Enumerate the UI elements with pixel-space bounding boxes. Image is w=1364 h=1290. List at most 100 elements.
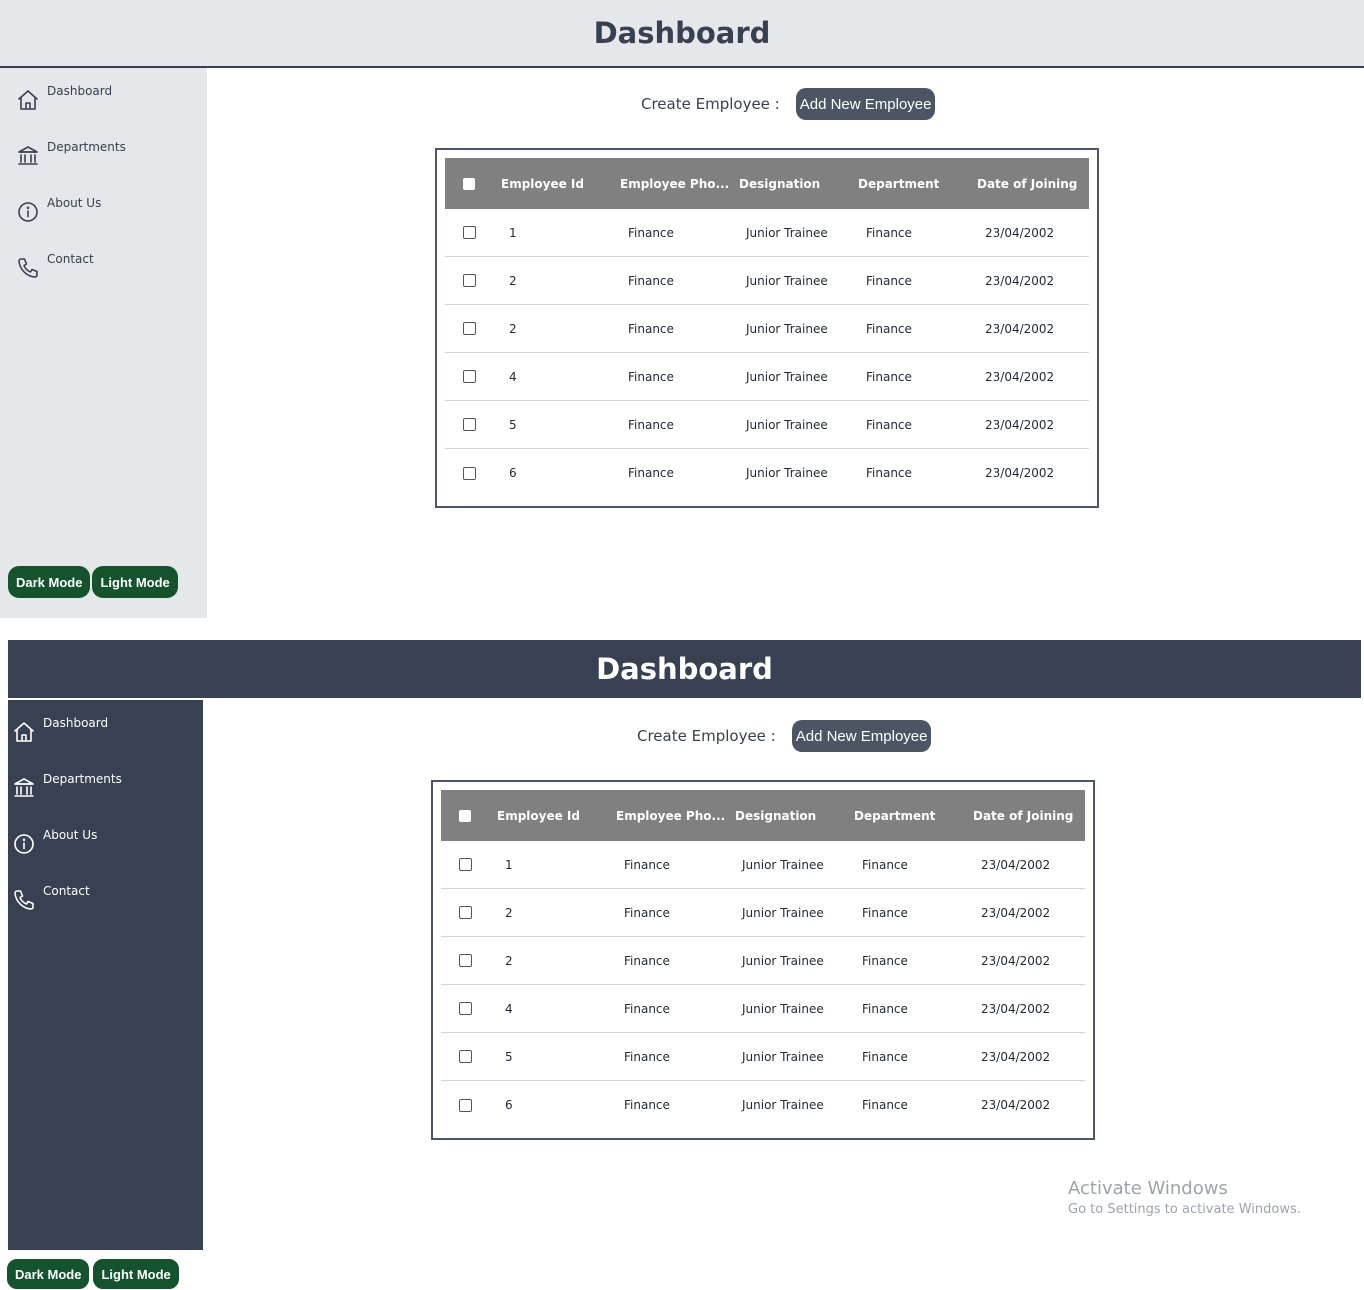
table-row[interactable]: 4 Finance Junior Trainee Finance 23/04/2002	[441, 985, 1085, 1033]
column-header[interactable]: Employee Pho...	[616, 790, 725, 841]
column-header[interactable]: Employee Id	[501, 158, 584, 209]
row-select-cell	[459, 1081, 472, 1129]
table-cell: Junior Trainee	[742, 1098, 824, 1112]
table-cell: Finance	[866, 273, 912, 288]
table-cell: Junior Trainee	[742, 857, 824, 872]
table-cell: 2	[509, 273, 517, 288]
bank-icon	[16, 144, 40, 168]
table-row[interactable]: 1 Finance Junior Trainee Finance 23/04/2002	[441, 841, 1085, 889]
row-checkbox[interactable]	[463, 274, 476, 287]
table-cell: 23/04/2002	[981, 953, 1051, 968]
light-mode-preview: Dashboard Dashboard Departments About Us…	[0, 0, 1364, 620]
sidebar-item-label: Departments	[43, 772, 122, 786]
sidebar-item-about-us[interactable]: About Us	[12, 828, 97, 856]
row-checkbox[interactable]	[459, 906, 472, 919]
table-cell: 23/04/2002	[981, 857, 1051, 872]
column-header[interactable]: Department	[858, 158, 939, 209]
light-mode-button[interactable]: Light Mode	[92, 566, 178, 598]
sidebar-item-contact[interactable]: Contact	[12, 884, 90, 912]
table-row[interactable]: 4 Finance Junior Trainee Finance 23/04/2002	[445, 353, 1089, 401]
row-checkbox[interactable]	[459, 1098, 472, 1112]
row-checkbox[interactable]	[463, 226, 476, 239]
watermark-title: Activate Windows	[1068, 1178, 1228, 1199]
select-all-checkbox[interactable]	[459, 809, 471, 822]
sidebar-item-dashboard[interactable]: Dashboard	[16, 84, 112, 112]
sidebar: Dashboard Departments About Us Contact D…	[0, 68, 207, 618]
table-row[interactable]: 2 Finance Junior Trainee Finance 23/04/2002	[445, 305, 1089, 353]
table-cell: 1	[509, 225, 517, 240]
employee-table: Employee Id Employee Pho... Designation Dep…	[435, 148, 1099, 508]
select-all-checkbox[interactable]	[463, 177, 475, 190]
table-cell: Finance	[628, 273, 674, 288]
row-checkbox[interactable]	[463, 466, 476, 480]
page-title: Dashboard	[8, 640, 1361, 698]
add-new-employee-button[interactable]: Add New Employee	[795, 88, 936, 120]
select-all-cell	[463, 158, 475, 209]
row-checkbox[interactable]	[459, 1050, 472, 1063]
sidebar-item-contact[interactable]: Contact	[16, 252, 94, 280]
table-cell: 23/04/2002	[981, 1098, 1051, 1112]
table-cell: 6	[505, 1098, 513, 1112]
table-cell: 5	[505, 1049, 513, 1064]
row-checkbox[interactable]	[463, 370, 476, 383]
create-employee-label: Create Employee :	[637, 727, 776, 745]
table-cell: Finance	[862, 1001, 908, 1016]
table-cell: Finance	[866, 321, 912, 336]
column-header[interactable]: Department	[854, 790, 935, 841]
column-header[interactable]: Designation	[739, 158, 820, 209]
dark-mode-button[interactable]: Dark Mode	[8, 566, 91, 598]
row-select-cell	[463, 305, 476, 352]
row-checkbox[interactable]	[459, 954, 472, 967]
column-header[interactable]: Employee Id	[497, 790, 580, 841]
table-cell: 4	[505, 1001, 513, 1016]
table-cell: Finance	[866, 417, 912, 432]
dark-mode-button[interactable]: Dark Mode	[6, 1258, 91, 1290]
table-cell: Finance	[624, 905, 670, 920]
table-cell: Junior Trainee	[746, 417, 828, 432]
table-cell: Finance	[628, 225, 674, 240]
table-row[interactable]: 5 Finance Junior Trainee Finance 23/04/2002	[441, 1033, 1085, 1081]
row-select-cell	[463, 401, 476, 448]
table-row[interactable]: 6 Finance Junior Trainee Finance 23/04/2002	[441, 1081, 1085, 1129]
table-cell: 23/04/2002	[985, 417, 1055, 432]
table-row[interactable]: 5 Finance Junior Trainee Finance 23/04/2002	[445, 401, 1089, 449]
column-header[interactable]: Date of Joining	[977, 158, 1077, 209]
table-header: Employee Id Employee Pho... Designation Dep…	[441, 790, 1085, 841]
table-row[interactable]: 1 Finance Junior Trainee Finance 23/04/2002	[445, 209, 1089, 257]
light-mode-button[interactable]: Light Mode	[92, 1258, 180, 1290]
row-checkbox[interactable]	[463, 418, 476, 431]
table-row[interactable]: 2 Finance Junior Trainee Finance 23/04/2002	[445, 257, 1089, 305]
table-cell: 23/04/2002	[981, 1049, 1051, 1064]
sidebar-item-departments[interactable]: Departments	[16, 140, 126, 168]
row-checkbox[interactable]	[459, 1002, 472, 1015]
table-cell: Finance	[862, 1098, 908, 1112]
phone-icon	[12, 888, 36, 912]
row-select-cell	[459, 985, 472, 1032]
row-checkbox[interactable]	[463, 322, 476, 335]
sidebar-item-dashboard[interactable]: Dashboard	[12, 716, 108, 744]
column-header[interactable]: Date of Joining	[973, 790, 1073, 841]
column-header[interactable]: Designation	[735, 790, 816, 841]
watermark-subtitle: Go to Settings to activate Windows.	[1068, 1202, 1301, 1217]
sidebar-item-about-us[interactable]: About Us	[16, 196, 101, 224]
table-cell: Junior Trainee	[746, 321, 828, 336]
row-checkbox[interactable]	[459, 858, 472, 871]
employee-table: Employee Id Employee Pho... Designation Dep…	[431, 780, 1095, 1140]
table-cell: Finance	[624, 1001, 670, 1016]
table-cell: 23/04/2002	[985, 466, 1055, 480]
sidebar-item-label: About Us	[43, 828, 98, 842]
table-cell: Finance	[628, 417, 674, 432]
bank-icon	[12, 776, 36, 800]
sidebar-item-departments[interactable]: Departments	[12, 772, 122, 800]
row-select-cell	[463, 209, 476, 256]
table-row[interactable]: 2 Finance Junior Trainee Finance 23/04/2002	[441, 937, 1085, 985]
column-header[interactable]: Employee Pho...	[620, 158, 729, 209]
table-cell: 2	[509, 321, 517, 336]
table-cell: Junior Trainee	[746, 273, 828, 288]
table-header: Employee Id Employee Pho... Designation Dep…	[445, 158, 1089, 209]
add-new-employee-button[interactable]: Add New Employee	[791, 720, 932, 752]
row-select-cell	[459, 889, 472, 936]
table-cell: Junior Trainee	[742, 953, 824, 968]
table-row[interactable]: 2 Finance Junior Trainee Finance 23/04/2002	[441, 889, 1085, 937]
table-row[interactable]: 6 Finance Junior Trainee Finance 23/04/2002	[445, 449, 1089, 497]
